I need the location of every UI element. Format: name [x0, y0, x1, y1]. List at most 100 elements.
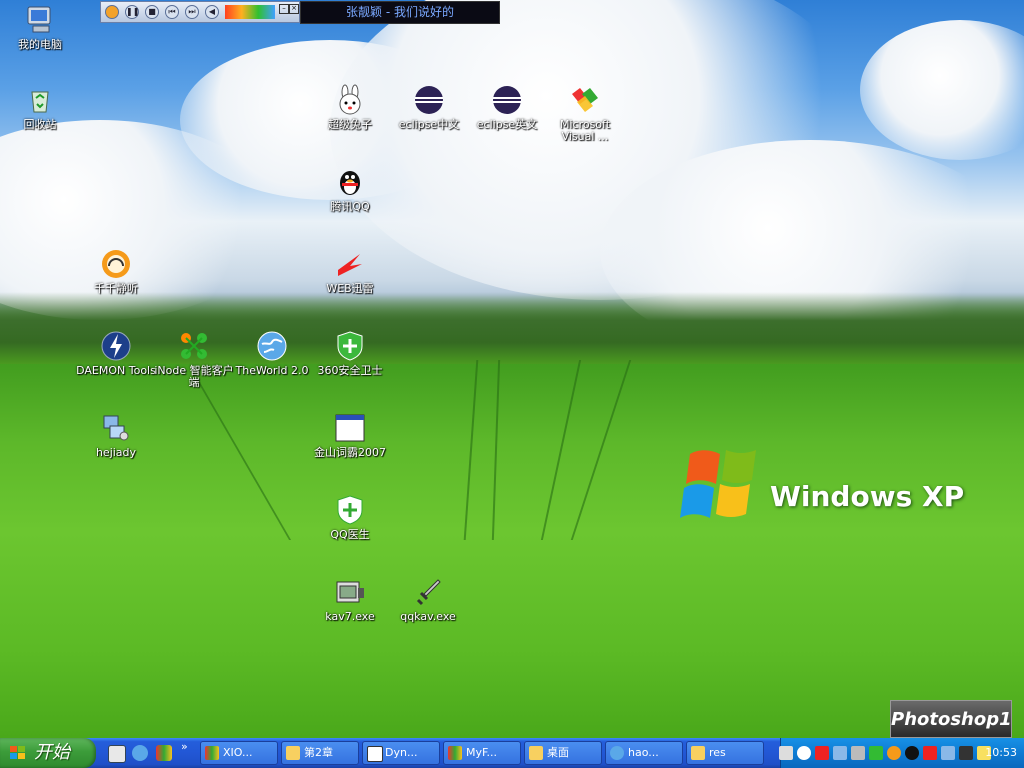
- desktop-icon-recycle-bin[interactable]: 回收站: [0, 84, 80, 131]
- desktop-icon-label: QQ医生: [330, 528, 370, 541]
- computer-icon: [27, 6, 51, 33]
- field-line: [491, 360, 501, 540]
- keyboard-icon[interactable]: [779, 746, 793, 760]
- start-button[interactable]: 开始: [0, 738, 96, 768]
- thunder-bird-icon: [338, 254, 362, 276]
- desktop-icon-qq-doctor[interactable]: QQ医生: [310, 494, 390, 541]
- quicklaunch-overflow-chevron[interactable]: »: [181, 740, 188, 753]
- ttplayer-logo-icon[interactable]: [105, 5, 119, 19]
- task-button-desktop[interactable]: 桌面: [524, 741, 602, 765]
- 360-safe-tray-icon[interactable]: [869, 746, 883, 760]
- tool-tray-icon[interactable]: [959, 746, 973, 760]
- network-icon[interactable]: [833, 746, 847, 760]
- network-shortcut-icon: [103, 415, 129, 441]
- pause-icon[interactable]: ❚❚: [125, 5, 139, 19]
- desktop-icon-label: 金山词霸2007: [314, 446, 386, 459]
- ttplayer-mini-bar[interactable]: ❚❚ ■ ⏮ ⏭ ◀ – ×: [100, 1, 300, 23]
- task-button-label: XIO...: [223, 746, 253, 759]
- desktop-icon-label: 腾讯QQ: [330, 200, 370, 213]
- desktop-icon-theworld[interactable]: TheWorld 2.0: [232, 330, 312, 377]
- rabbit-icon: [339, 84, 361, 115]
- desktop-icon-eclipse-en[interactable]: eclipse英文: [467, 84, 547, 131]
- daemon-tools-icon: [101, 331, 131, 361]
- system-tray: 10:53: [779, 738, 1024, 768]
- application-window-icon: [335, 414, 365, 442]
- desktop-icon-label: qqkav.exe: [400, 610, 456, 623]
- hejiady-tray-icon[interactable]: [941, 746, 955, 760]
- visual-studio-icon: [448, 746, 462, 760]
- desktop-icon-label: DAEMON Tools: [76, 364, 156, 377]
- windows-xp-wordmark: Windows XP: [770, 480, 965, 513]
- eclipse-icon: [493, 86, 521, 114]
- inode-network-icon: [181, 333, 207, 359]
- spectrum-visualizer: [225, 5, 275, 19]
- desktop-icon-label: TheWorld 2.0: [235, 364, 309, 377]
- desktop-icon-visual-studio[interactable]: Microsoft Visual ...: [545, 84, 625, 143]
- desktop-icon-360-safe[interactable]: 360安全卫士: [310, 330, 390, 377]
- desktop-icon-kav7[interactable]: kav7.exe: [310, 576, 390, 623]
- safely-remove-icon[interactable]: [851, 746, 865, 760]
- desktop-icon-super-rabbit[interactable]: 超级兔子: [310, 84, 390, 131]
- stop-icon[interactable]: ■: [145, 5, 159, 19]
- folder-open-icon: [529, 746, 543, 760]
- recycle-bin-icon: [31, 91, 49, 113]
- task-button-xio[interactable]: XIO...: [200, 741, 278, 765]
- field-line: [570, 360, 632, 540]
- kingsoft-tray-icon[interactable]: [923, 746, 937, 760]
- qq-penguin-icon: [340, 171, 360, 195]
- adobe-icon[interactable]: [815, 746, 829, 760]
- volume-icon[interactable]: ◀: [205, 5, 219, 19]
- desktop-icon-qqkav[interactable]: qqkav.exe: [388, 576, 468, 623]
- desktop-icon-label: kav7.exe: [325, 610, 375, 623]
- minimize-icon[interactable]: –: [279, 4, 289, 14]
- photoshop-watermark: Photoshop1: [890, 700, 1012, 738]
- task-button-label: Dyn...: [385, 746, 418, 759]
- lyric-display[interactable]: 张靓颖 - 我们说好的: [300, 1, 500, 24]
- desktop-icon-label: hejiady: [95, 446, 137, 459]
- task-button-hao[interactable]: hao...: [605, 741, 683, 765]
- task-button-label: res: [709, 746, 726, 759]
- field-line: [463, 360, 479, 540]
- task-button-label: 第2章: [304, 746, 333, 759]
- folder-icon: [286, 746, 300, 760]
- task-button-label: MyF...: [466, 746, 498, 759]
- shield-plus-icon: [337, 495, 363, 525]
- visual-studio-icon: [572, 88, 598, 112]
- task-button-dyn[interactable]: Dyn...: [362, 741, 440, 765]
- desktop-icon-ttplayer[interactable]: 千千静听: [76, 248, 156, 295]
- desktop-icon-label: Microsoft Visual ...: [559, 118, 611, 143]
- globe-icon: [257, 331, 287, 361]
- desktop-icon-hejiady[interactable]: hejiady: [76, 412, 156, 459]
- desktop-icon-eclipse-cn[interactable]: eclipse中文: [389, 84, 469, 131]
- ttplayer-tray-icon[interactable]: [887, 746, 901, 760]
- desktop-icon-qq[interactable]: 腾讯QQ: [310, 166, 390, 213]
- show-desktop-icon[interactable]: [108, 745, 126, 763]
- desktop-icon-inode[interactable]: iNode 智能客户端: [154, 330, 234, 389]
- desktop-icon-my-computer[interactable]: 我的电脑: [0, 4, 80, 51]
- folder-icon: [691, 746, 705, 760]
- windows-flag-icon: [10, 746, 25, 759]
- windows-flag-logo: [680, 450, 756, 518]
- next-icon[interactable]: ⏭: [185, 5, 199, 19]
- desktop-icon-label: WEB迅雷: [326, 282, 374, 295]
- start-label: 开始: [34, 742, 70, 763]
- clock[interactable]: 10:53: [985, 738, 1017, 768]
- visual-studio-quicklaunch-icon[interactable]: [156, 745, 172, 761]
- taskbar: 开始 » XIO... 第2章 Dyn... MyF... 桌面 hao... …: [0, 738, 1024, 768]
- shield-icon: [337, 331, 363, 361]
- previous-icon[interactable]: ⏮: [165, 5, 179, 19]
- desktop-icon-web-thunder[interactable]: WEB迅雷: [310, 248, 390, 295]
- desktop-icon-kingsoft-dictionary[interactable]: 金山词霸2007: [310, 412, 390, 459]
- task-button-chapter2[interactable]: 第2章: [281, 741, 359, 765]
- task-button-label: 桌面: [547, 746, 569, 759]
- document-icon: [367, 746, 383, 762]
- theworld-quicklaunch-icon[interactable]: [132, 745, 148, 761]
- tray-expand-chevron-icon[interactable]: [797, 746, 811, 760]
- task-button-res[interactable]: res: [686, 741, 764, 765]
- qq-tray-icon[interactable]: [905, 746, 919, 760]
- close-icon[interactable]: ×: [289, 4, 299, 14]
- task-button-myf[interactable]: MyF...: [443, 741, 521, 765]
- desktop-icon-label: 回收站: [23, 118, 57, 131]
- headphone-icon: [102, 250, 130, 278]
- desktop-icon-daemon-tools[interactable]: DAEMON Tools: [76, 330, 156, 377]
